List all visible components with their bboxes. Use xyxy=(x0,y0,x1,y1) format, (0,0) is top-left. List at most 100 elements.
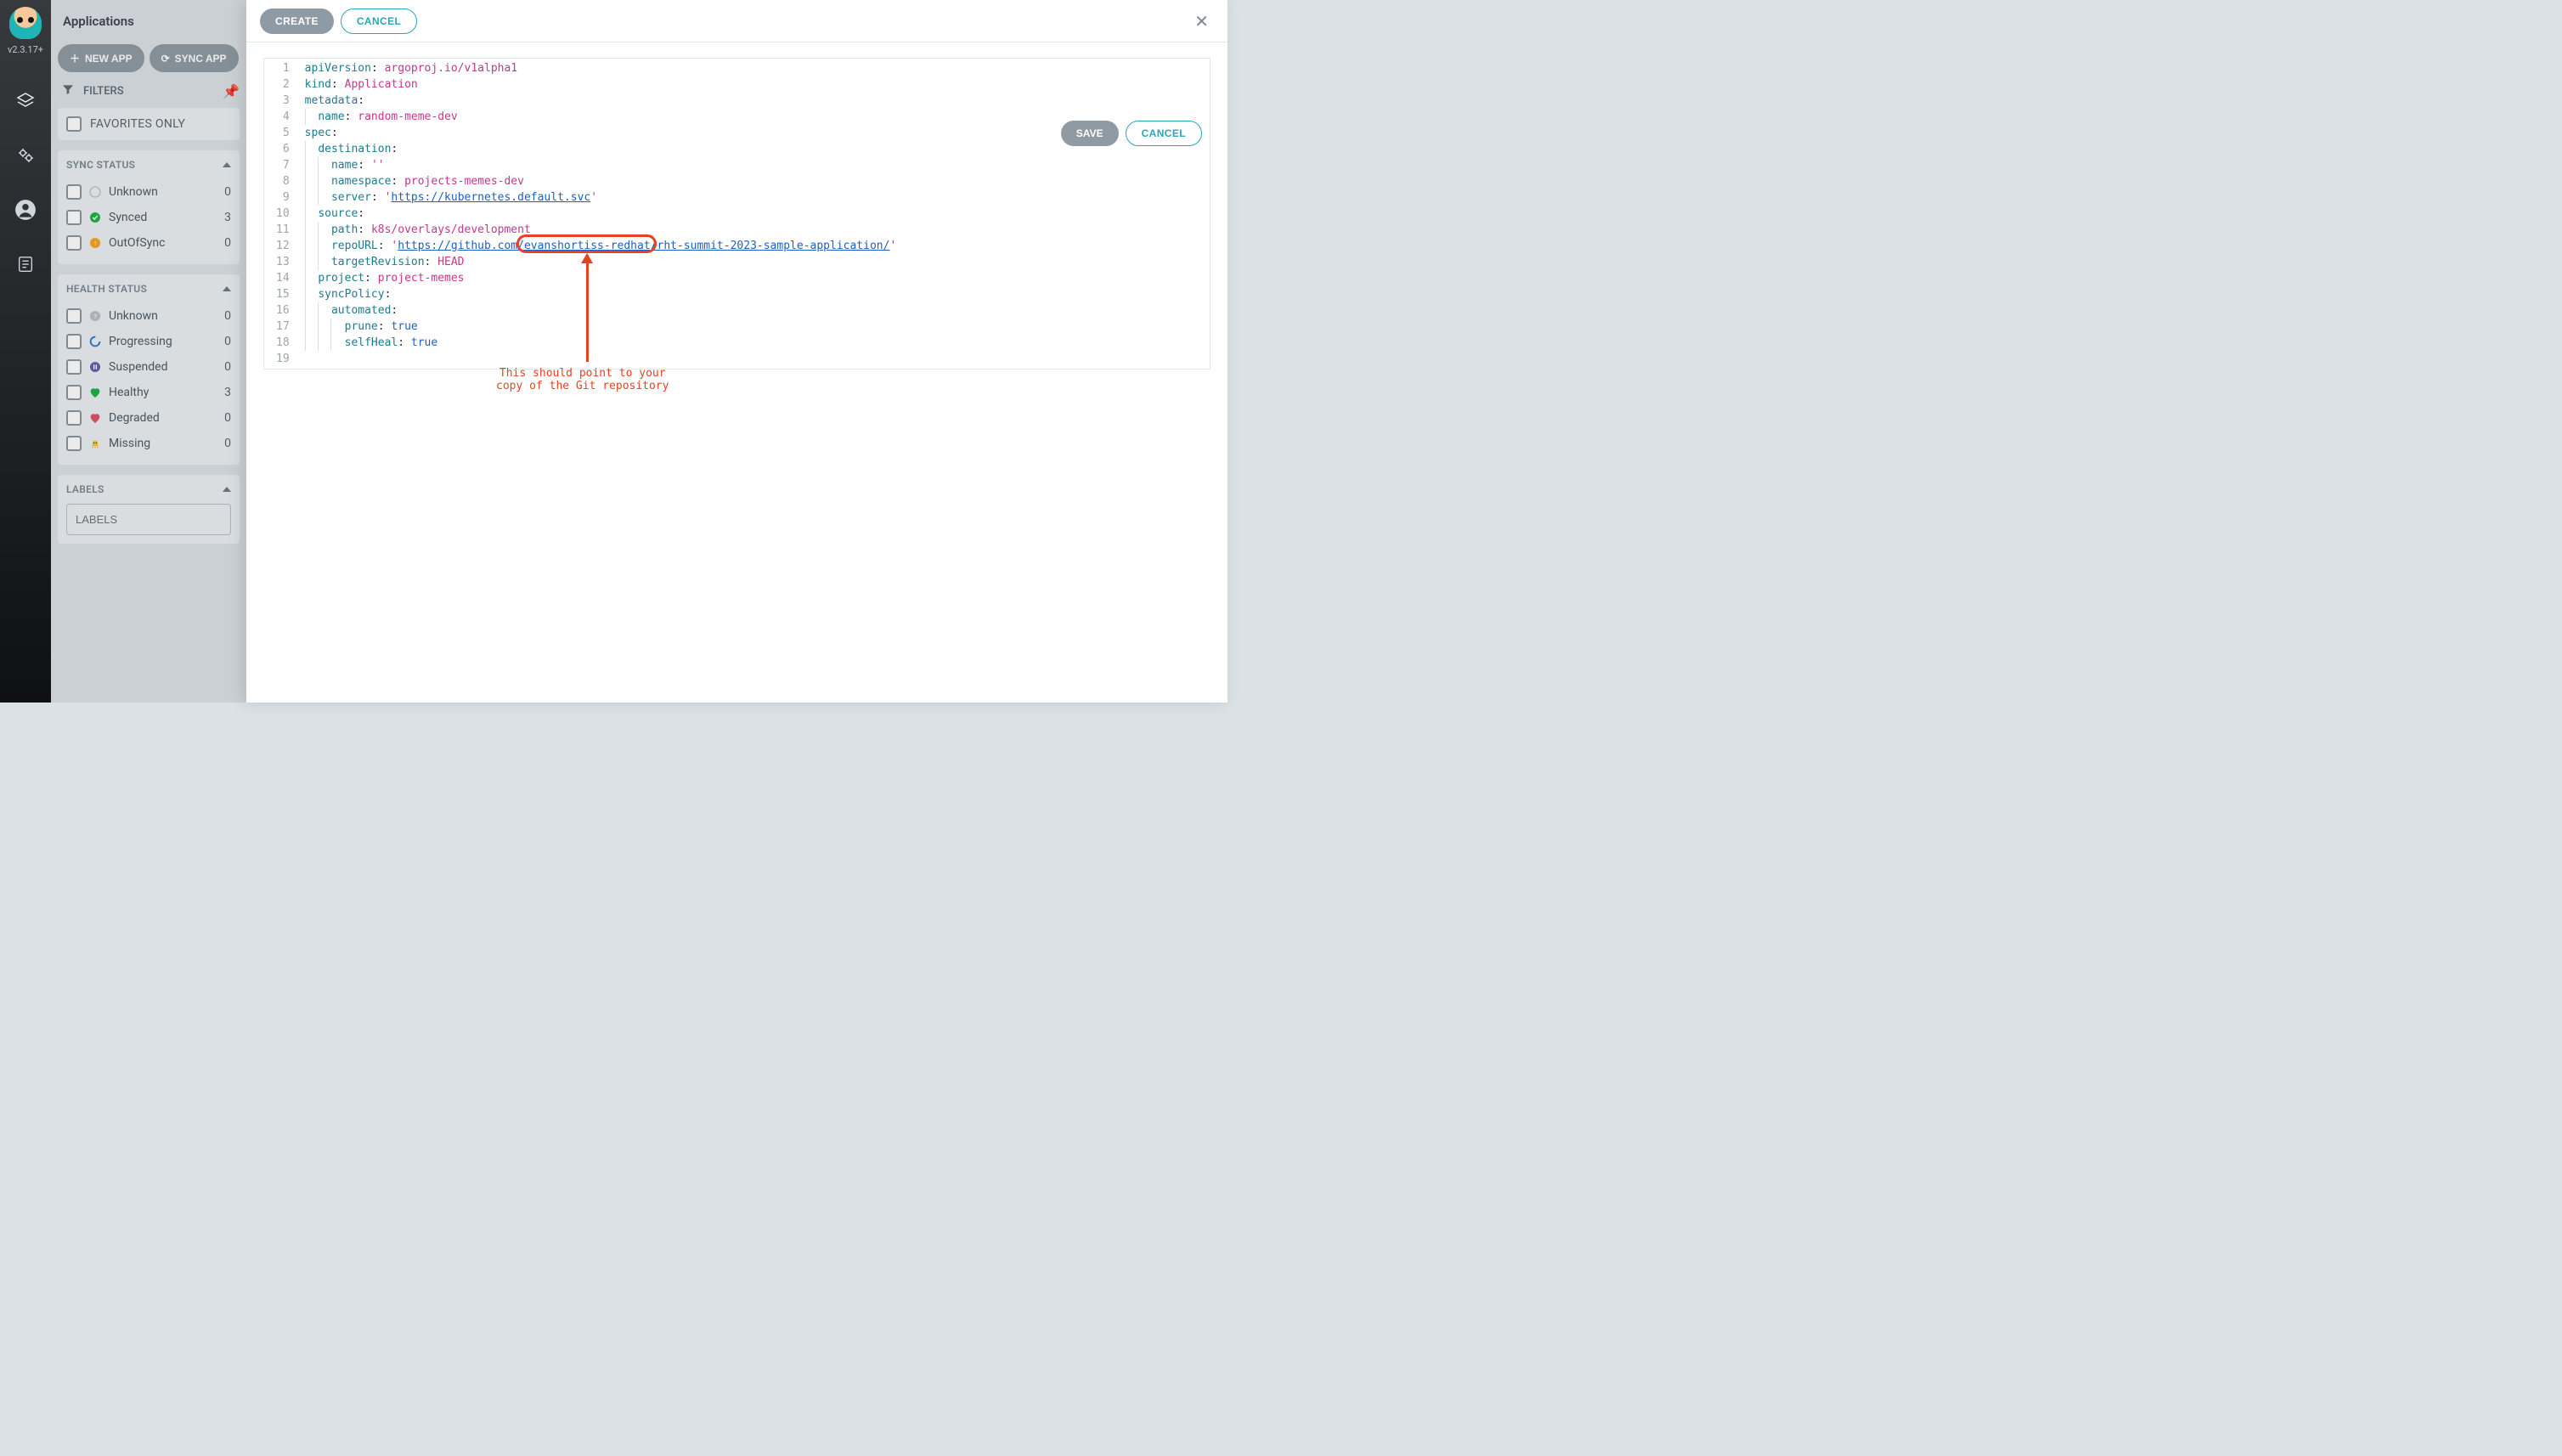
argo-logo xyxy=(9,7,42,39)
sync-row-synced[interactable]: Synced 3 xyxy=(66,205,231,230)
outofsync-icon: ↑ xyxy=(88,236,102,250)
code-line-13[interactable]: targetRevision: HEAD xyxy=(305,254,1203,270)
checkbox[interactable] xyxy=(66,235,82,251)
checkbox[interactable] xyxy=(66,436,82,451)
code-line-2[interactable]: kind: Application xyxy=(305,76,1203,93)
line-gutter: 12345678910111213141516171819 xyxy=(264,59,298,369)
app-toolbar: ＋ NEW APP ⟳ SYNC APP xyxy=(58,44,240,72)
health-status-card: HEALTH STATUS ?Unknown0Progressing0Suspe… xyxy=(58,274,240,465)
synced-icon xyxy=(88,211,102,224)
editor-area: SAVE CANCEL 1234567891011121314151617181… xyxy=(246,42,1227,703)
degraded-icon xyxy=(88,411,102,425)
suspended-icon xyxy=(88,360,102,374)
checkbox[interactable] xyxy=(66,210,82,225)
health-row-missing[interactable]: Missing0 xyxy=(66,431,231,456)
new-app-label: NEW APP xyxy=(85,53,133,65)
create-button[interactable]: CREATE xyxy=(260,8,334,34)
code-line-19[interactable] xyxy=(305,351,1203,367)
checkbox[interactable] xyxy=(66,410,82,426)
labels-input[interactable] xyxy=(66,504,231,535)
progressing-icon xyxy=(88,335,102,348)
checkbox[interactable] xyxy=(66,385,82,400)
sync-apps-button[interactable]: ⟳ SYNC APP xyxy=(150,44,239,72)
create-app-slideover: CREATE CANCEL ✕ SAVE CANCEL 123456789101… xyxy=(246,0,1227,703)
yaml-editor[interactable]: 12345678910111213141516171819 apiVersion… xyxy=(263,58,1210,370)
code-line-3[interactable]: metadata: xyxy=(305,93,1203,109)
code-line-9[interactable]: server: 'https://kubernetes.default.svc' xyxy=(305,189,1203,206)
missing-icon xyxy=(88,437,102,450)
code-line-17[interactable]: prune: true xyxy=(305,319,1203,335)
code-line-8[interactable]: namespace: projects-memes-dev xyxy=(305,173,1203,189)
settings-icon[interactable] xyxy=(14,144,37,167)
status-label: OutOfSync xyxy=(109,236,165,250)
docs-icon[interactable] xyxy=(14,252,37,276)
pin-icon[interactable]: 📌 xyxy=(223,83,240,99)
code-line-10[interactable]: source: xyxy=(305,206,1203,222)
status-label: Unknown xyxy=(109,309,158,323)
plus-icon: ＋ xyxy=(70,51,80,65)
health-status-title: HEALTH STATUS xyxy=(66,283,147,295)
collapse-icon[interactable] xyxy=(223,286,231,291)
question-grey-icon: ? xyxy=(88,309,102,323)
filter-icon xyxy=(61,82,75,99)
status-count: 3 xyxy=(224,386,231,399)
health-row-progressing[interactable]: Progressing 0 xyxy=(66,329,231,354)
collapse-icon[interactable] xyxy=(223,162,231,167)
health-row-suspended[interactable]: Suspended 0 xyxy=(66,354,231,380)
status-count: 0 xyxy=(224,236,231,250)
cancel-button[interactable]: CANCEL xyxy=(341,8,417,34)
status-count: 0 xyxy=(224,437,231,450)
code-line-7[interactable]: name: '' xyxy=(305,157,1203,173)
version-label: v2.3.17+ xyxy=(8,44,43,55)
new-app-button[interactable]: ＋ NEW APP xyxy=(58,44,144,72)
code-line-5[interactable]: spec: xyxy=(305,125,1203,141)
user-icon[interactable] xyxy=(14,198,37,222)
status-label: Suspended xyxy=(109,360,168,374)
code-line-15[interactable]: syncPolicy: xyxy=(305,286,1203,302)
filters-panel: Applications ＋ NEW APP ⟳ SYNC APP FILTER… xyxy=(51,0,246,703)
checkbox[interactable] xyxy=(66,334,82,349)
code-line-12[interactable]: repoURL: 'https://github.com/evanshortis… xyxy=(305,238,1203,254)
health-row-unknown[interactable]: ? Unknown 0 xyxy=(66,303,231,329)
checkbox[interactable] xyxy=(66,184,82,200)
checkbox[interactable] xyxy=(66,359,82,375)
favorites-label: FAVORITES ONLY xyxy=(90,117,185,131)
health-row-degraded[interactable]: Degraded0 xyxy=(66,405,231,431)
sync-icon: ⟳ xyxy=(161,53,170,65)
code-line-1[interactable]: apiVersion: argoproj.io/v1alpha1 xyxy=(305,60,1203,76)
nav-sidebar: v2.3.17+ xyxy=(0,0,51,703)
status-label: Unknown xyxy=(109,185,158,199)
status-count: 0 xyxy=(224,335,231,348)
code-body[interactable]: apiVersion: argoproj.io/v1alpha1kind: Ap… xyxy=(298,59,1210,369)
status-count: 0 xyxy=(224,309,231,323)
status-count: 3 xyxy=(224,211,231,224)
sync-status-title: SYNC STATUS xyxy=(66,159,135,171)
healthy-icon xyxy=(88,386,102,399)
code-line-16[interactable]: automated: xyxy=(305,302,1203,319)
status-count: 0 xyxy=(224,411,231,425)
favorites-checkbox[interactable] xyxy=(66,116,82,132)
code-line-4[interactable]: name: random-meme-dev xyxy=(305,109,1203,125)
status-label: Synced xyxy=(109,211,147,224)
filters-header: FILTERS 📌 xyxy=(61,82,240,99)
status-label: Healthy xyxy=(109,386,149,399)
labels-card: LABELS xyxy=(58,475,240,544)
code-line-11[interactable]: path: k8s/overlays/development xyxy=(305,222,1203,238)
favorites-card: FAVORITES ONLY xyxy=(58,108,240,140)
code-line-14[interactable]: project: project-memes xyxy=(305,270,1203,286)
question-icon xyxy=(88,185,102,199)
status-count: 0 xyxy=(224,185,231,199)
svg-text:↑: ↑ xyxy=(93,240,97,247)
sync-row-outofsync[interactable]: ↑ OutOfSync 0 xyxy=(66,230,231,256)
apps-icon[interactable] xyxy=(14,89,37,113)
annotation-text: This should point to your copy of the Gi… xyxy=(496,367,669,392)
code-line-6[interactable]: destination: xyxy=(305,141,1203,157)
health-row-healthy[interactable]: Healthy 3 xyxy=(66,380,231,405)
sync-row-unknown[interactable]: Unknown 0 xyxy=(66,179,231,205)
checkbox[interactable] xyxy=(66,308,82,324)
close-icon[interactable]: ✕ xyxy=(1189,8,1214,35)
code-line-18[interactable]: selfHeal: true xyxy=(305,335,1203,351)
status-count: 0 xyxy=(224,360,231,374)
status-label: Progressing xyxy=(109,335,172,348)
collapse-icon[interactable] xyxy=(223,487,231,492)
